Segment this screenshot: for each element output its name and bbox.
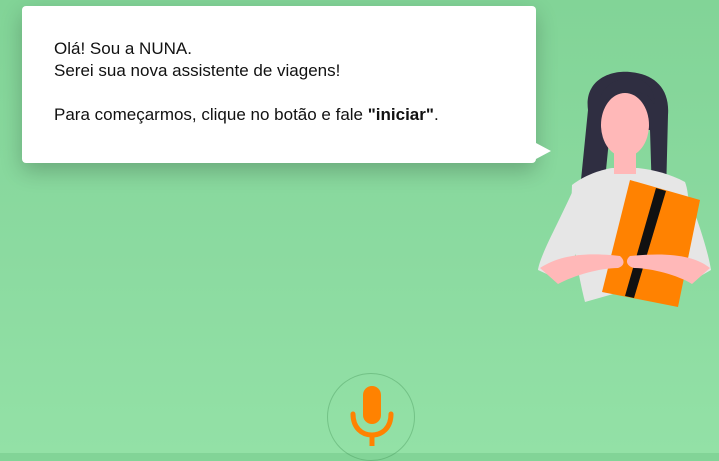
assistant-avatar	[538, 71, 711, 307]
microphone-icon	[350, 386, 394, 446]
intro-text: Serei sua nova assistente de viagens!	[54, 61, 341, 80]
greeting-text: Olá! Sou a NUNA.	[54, 39, 192, 58]
instruction-text: Para começarmos, clique no botão e fale …	[54, 104, 504, 126]
instruction-suffix: .	[433, 105, 439, 124]
microphone-button[interactable]	[327, 373, 415, 461]
speech-bubble: Olá! Sou a NUNA. Serei sua nova assisten…	[22, 6, 551, 163]
instruction-prefix: Para começarmos, clique no botão e fale	[54, 105, 368, 124]
instruction-keyword: "iniciar"	[367, 105, 434, 124]
